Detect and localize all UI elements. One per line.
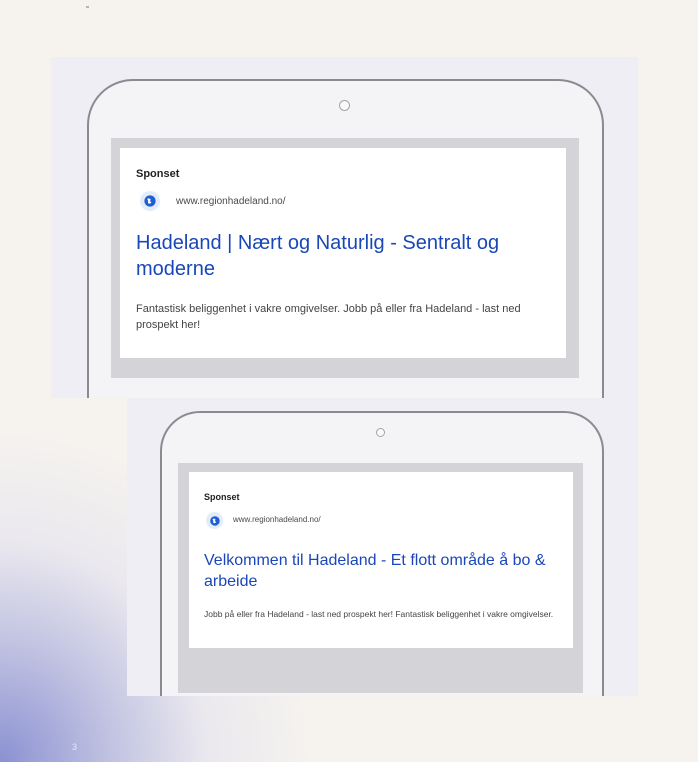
ad-preview-panel-2: Sponset www.regionhadeland.no/ Velkommen… — [127, 398, 638, 696]
globe-icon — [140, 191, 160, 211]
ad-description: Fantastisk beliggenhet i vakre omgivelse… — [136, 303, 521, 331]
ad-description: Jobb på eller fra Hadeland - last ned pr… — [204, 609, 554, 619]
ad-display-url[interactable]: www.regionhadeland.no/ — [233, 515, 321, 524]
phone-screen: Sponset www.regionhadeland.no/ Velkommen… — [178, 463, 583, 693]
ad-preview-panel-1: Sponset www.regionhadeland.no/ Hadeland … — [51, 57, 638, 398]
ad-display-url[interactable]: www.regionhadeland.no/ — [176, 196, 286, 207]
globe-icon — [206, 512, 223, 529]
decorative-mark — [86, 6, 89, 8]
page-number: 3 — [72, 742, 78, 752]
ad-headline-link[interactable]: Hadeland | Nært og Naturlig - Sentralt o… — [136, 230, 556, 282]
camera-icon — [376, 428, 385, 437]
search-ad-card[interactable]: Sponset www.regionhadeland.no/ Velkommen… — [189, 472, 573, 648]
camera-icon — [339, 100, 350, 111]
search-ad-card[interactable]: Sponset www.regionhadeland.no/ Hadeland … — [120, 148, 566, 358]
phone-screen: Sponset www.regionhadeland.no/ Hadeland … — [111, 138, 579, 378]
sponsored-label: Sponset — [136, 168, 180, 180]
phone-frame: Sponset www.regionhadeland.no/ Velkommen… — [160, 411, 604, 696]
phone-frame: Sponset www.regionhadeland.no/ Hadeland … — [87, 79, 604, 398]
sponsored-label: Sponset — [204, 492, 240, 502]
ad-headline-link[interactable]: Velkommen til Hadeland - Et flott område… — [204, 551, 554, 593]
